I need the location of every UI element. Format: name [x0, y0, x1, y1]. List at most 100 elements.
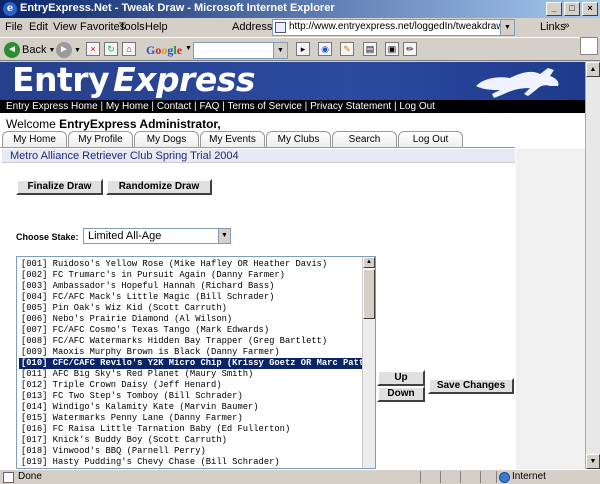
page-viewport: Entry Express Entry Express Home | My Hom…: [0, 62, 585, 469]
status-divider: [460, 471, 461, 483]
move-up-button[interactable]: Up: [377, 370, 425, 386]
draw-list-item[interactable]: [013] FC Two Step's Tomboy (Bill Schrade…: [19, 391, 363, 402]
highlight-button[interactable]: ✎: [340, 42, 354, 56]
draw-listbox[interactable]: [001] Ruidoso's Yellow Rose (Mike Hafley…: [16, 256, 376, 469]
menu-edit[interactable]: Edit: [29, 21, 48, 33]
tabs-divider: [0, 147, 515, 148]
address-field[interactable]: http://www.entryexpress.net/loggedIn/twe…: [272, 19, 515, 36]
draw-list-item[interactable]: [016] FC Raisa Little Tarnation Baby (Ed…: [19, 424, 363, 435]
right-panel: [516, 149, 585, 469]
address-label: Address: [232, 21, 273, 33]
draw-list-item[interactable]: [011] AFC Big Sky's Red Planet (Maury Sm…: [19, 369, 363, 380]
draw-list-item[interactable]: [014] Windigo's Kalamity Kate (Marvin Ba…: [19, 402, 363, 413]
status-divider: [480, 471, 481, 483]
back-dropdown-icon[interactable]: ▼: [48, 47, 55, 54]
links-label[interactable]: Links: [540, 21, 566, 33]
close-button[interactable]: ×: [582, 2, 598, 16]
news-icon: ◉: [318, 42, 332, 56]
stop-button[interactable]: ×: [86, 42, 100, 56]
address-dropdown-icon[interactable]: ▼: [500, 20, 514, 35]
draw-list-item[interactable]: [015] Watermarks Penny Lane (Danny Farme…: [19, 413, 363, 424]
nav-contact-link[interactable]: Contact: [157, 101, 191, 112]
nav-my-home-link[interactable]: My Home: [106, 101, 149, 112]
page-scrollbar[interactable]: ▲ ▼: [585, 62, 600, 469]
menu-file[interactable]: File: [5, 21, 23, 33]
links-chevron-icon[interactable]: »: [564, 20, 570, 31]
tab-my-clubs[interactable]: My Clubs: [266, 131, 331, 148]
move-down-button[interactable]: Down: [377, 386, 425, 402]
listbox-scroll-up-icon[interactable]: ▲: [363, 257, 375, 268]
home-button[interactable]: ⌂: [122, 42, 136, 56]
toolbar: ◄ Back ▼ ► ▼ × ↻ ⌂ Google ▼ ▼ ▸ ◉ ✎ ▤ ▣ …: [0, 39, 600, 61]
menu-view[interactable]: View: [53, 21, 77, 33]
nav-privacy-link[interactable]: Privacy Statement: [310, 101, 391, 112]
draw-list-item[interactable]: [002] FC Trumarc's in Pursuit Again (Dan…: [19, 270, 363, 281]
draw-list-item[interactable]: [003] Ambassador's Hopeful Hannah (Richa…: [19, 281, 363, 292]
internet-zone-icon: [499, 472, 510, 483]
draw-list-item[interactable]: [008] FC/AFC Watermarks Hidden Bay Trapp…: [19, 336, 363, 347]
menu-bar: File Edit View Favorites Tools Help Addr…: [0, 18, 600, 55]
draw-list-item[interactable]: [006] Nebo's Prairie Diamond (Al Wilson): [19, 314, 363, 325]
stake-dropdown-icon[interactable]: ▼: [218, 229, 230, 243]
popup-blocker-icon: ▣: [385, 42, 399, 56]
status-bar: Done Internet: [0, 469, 600, 484]
security-zone: Internet: [512, 471, 546, 482]
randomize-draw-button[interactable]: Randomize Draw: [106, 179, 212, 195]
google-logo[interactable]: Google: [146, 43, 182, 58]
address-url: http://www.entryexpress.net/loggedIn/twe…: [289, 21, 514, 32]
nav-terms-link[interactable]: Terms of Service: [227, 101, 301, 112]
welcome-prefix: Welcome: [6, 117, 56, 131]
draw-list-item[interactable]: [010] CFC/CAFC Revilo's Y2K Micro Chip (…: [19, 358, 363, 369]
maximize-button[interactable]: □: [564, 2, 580, 16]
listbox-scroll-thumb[interactable]: [363, 269, 375, 319]
draw-list-item[interactable]: [012] Triple Crown Daisy (Jeff Henard): [19, 380, 363, 391]
page-icon: [275, 22, 286, 33]
nav-logout-link[interactable]: Log Out: [399, 101, 435, 112]
listbox-scrollbar[interactable]: ▲: [362, 257, 375, 468]
minimize-button[interactable]: _: [546, 2, 562, 16]
logo-express-text: Express: [113, 62, 255, 99]
stake-select[interactable]: Limited All-Age ▼: [83, 228, 231, 244]
draw-list-item[interactable]: [017] Knick's Buddy Boy (Scott Carruth): [19, 435, 363, 446]
google-search-dropdown-icon[interactable]: ▼: [273, 43, 287, 58]
menu-help[interactable]: Help: [145, 21, 168, 33]
highlight-icon: ✎: [340, 42, 354, 56]
search-web-button[interactable]: ▸: [296, 42, 310, 56]
choose-stake-label: Choose Stake:: [16, 232, 79, 242]
back-arrow-icon: ◄: [4, 42, 20, 58]
page-scroll-down-icon[interactable]: ▼: [586, 454, 600, 469]
nav-faq-link[interactable]: FAQ: [199, 101, 219, 112]
news-button[interactable]: ◉: [318, 42, 332, 56]
site-logo[interactable]: Entry Express: [12, 62, 255, 99]
tab-search[interactable]: Search: [332, 131, 397, 148]
draw-list-item[interactable]: [018] Vinwood's BBQ (Parnell Perry): [19, 446, 363, 457]
back-button[interactable]: ◄ Back ▼: [4, 42, 55, 58]
tab-my-home[interactable]: My Home: [2, 131, 67, 148]
refresh-button[interactable]: ↻: [104, 42, 118, 56]
page-info-button[interactable]: ▤: [363, 42, 377, 56]
draw-list-item[interactable]: [001] Ruidoso's Yellow Rose (Mike Hafley…: [19, 259, 363, 270]
finalize-draw-button[interactable]: Finalize Draw: [16, 179, 103, 195]
google-search-input[interactable]: ▼: [193, 42, 288, 59]
tab-log-out[interactable]: Log Out: [398, 131, 463, 148]
draw-list-item[interactable]: [004] FC/AFC Mack's Little Magic (Bill S…: [19, 292, 363, 303]
save-changes-button[interactable]: Save Changes: [428, 378, 514, 394]
draw-list-item[interactable]: [009] Maoxis Murphy Brown is Black (Dann…: [19, 347, 363, 358]
draw-list-item[interactable]: [007] FC/AFC Cosmo's Texas Tango (Mark E…: [19, 325, 363, 336]
stop-icon: ×: [86, 42, 100, 56]
stake-selected-value: Limited All-Age: [88, 230, 162, 242]
title-bar: e EntryExpress.Net - Tweak Draw - Micros…: [0, 0, 600, 18]
draw-list-item[interactable]: [019] Hasty Pudding's Chevy Chase (Bill …: [19, 457, 363, 468]
menu-tools[interactable]: Tools: [119, 21, 145, 33]
nav-home-link[interactable]: Entry Express Home: [6, 101, 98, 112]
tab-my-profile[interactable]: My Profile: [68, 131, 133, 148]
google-dropdown-icon[interactable]: ▼: [185, 45, 192, 52]
popup-blocker-button[interactable]: ▣: [385, 42, 399, 56]
tab-my-dogs[interactable]: My Dogs: [134, 131, 199, 148]
pencil-button[interactable]: ✏: [403, 42, 417, 56]
page-scroll-up-icon[interactable]: ▲: [586, 62, 600, 77]
forward-button[interactable]: ► ▼: [56, 42, 81, 58]
draw-list-item[interactable]: [005] Pin Oak's Wiz Kid (Scott Carruth): [19, 303, 363, 314]
tab-my-events[interactable]: My Events: [200, 131, 265, 148]
site-banner: Entry Express: [0, 62, 585, 100]
